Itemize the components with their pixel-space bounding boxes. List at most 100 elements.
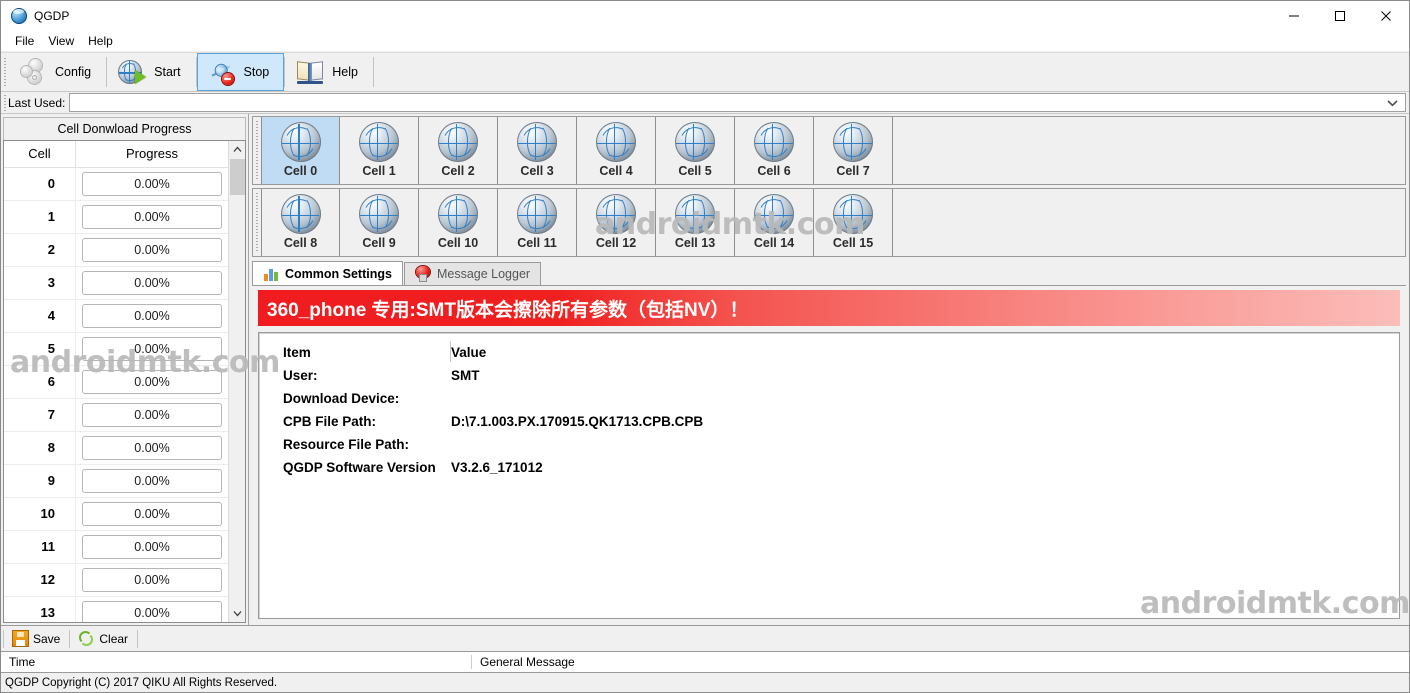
cell-button-cell-11[interactable]: Cell 11 [498, 189, 577, 256]
last-used-combobox[interactable] [69, 93, 1406, 112]
globe-icon [280, 194, 321, 234]
table-row[interactable]: 9 0.00% [4, 464, 228, 498]
scroll-down-button[interactable] [228, 605, 245, 622]
menu-view[interactable]: View [42, 33, 82, 50]
cell-progress-scrollbar[interactable] [228, 140, 245, 622]
cell-index: 2 [47, 242, 55, 258]
cell-button-cell-0[interactable]: Cell 0 [261, 117, 340, 184]
clear-log-button[interactable]: Clear [72, 628, 135, 650]
maximize-button[interactable] [1317, 1, 1363, 31]
last-used-grip[interactable] [1, 92, 8, 114]
cell-button-label: Cell 5 [678, 164, 712, 178]
table-row[interactable]: 10 0.00% [4, 497, 228, 531]
cell-button-cell-10[interactable]: Cell 10 [419, 189, 498, 256]
globe-play-icon [118, 58, 147, 86]
table-row[interactable]: 13 0.00% [4, 596, 228, 622]
cell-button-cell-12[interactable]: Cell 12 [577, 189, 656, 256]
info-row-value: V3.2.6_171012 [451, 460, 543, 475]
help-button[interactable]: Help [285, 53, 373, 91]
toolbar-grip[interactable] [1, 53, 8, 91]
cell-button-cell-14[interactable]: Cell 14 [735, 189, 814, 256]
cell-button-cell-7[interactable]: Cell 7 [814, 117, 893, 184]
help-button-label: Help [332, 65, 358, 79]
save-log-label: Save [33, 631, 61, 646]
log-column-time[interactable]: Time [1, 655, 471, 669]
log-toolbar: Save Clear [1, 625, 1409, 651]
cell-button-cell-2[interactable]: Cell 2 [419, 117, 498, 184]
stop-button[interactable]: Stop [196, 53, 285, 91]
window-controls [1271, 1, 1409, 31]
globe-icon [517, 194, 557, 234]
cell-button-label: Cell 11 [517, 236, 557, 250]
table-row[interactable]: 12 0.00% [4, 563, 228, 597]
cell-index: 7 [47, 407, 55, 423]
log-toolbar-separator [69, 629, 71, 648]
config-button[interactable]: Config [8, 53, 106, 91]
cell-progress-cell: 0.00% [75, 233, 228, 266]
cell-button-cell-9[interactable]: Cell 9 [340, 189, 419, 256]
save-log-button[interactable]: Save [6, 628, 67, 650]
table-row[interactable]: 8 0.00% [4, 431, 228, 465]
column-header-cell[interactable]: Cell [4, 141, 75, 167]
main-panel: Cell 0 Cell 1 Cell 2 Cell 3 Cell 4 Cell 5 Cell… [249, 114, 1409, 625]
table-row[interactable]: 7 0.00% [4, 398, 228, 432]
main-toolbar: Config Start Stop Help [1, 52, 1409, 92]
scroll-up-button[interactable] [228, 140, 245, 158]
log-column-message[interactable]: General Message [471, 655, 1409, 669]
minimize-button[interactable] [1271, 1, 1317, 31]
globe-icon [754, 194, 794, 234]
info-header-value: Value [451, 344, 487, 360]
cell-button-cell-4[interactable]: Cell 4 [577, 117, 656, 184]
cell-progress-cell: 0.00% [75, 464, 228, 497]
cell-button-cell-15[interactable]: Cell 15 [814, 189, 893, 256]
cell-index: 6 [47, 374, 55, 390]
info-row-value: D:\7.1.003.PX.170915.QK1713.CPB.CPB [451, 414, 704, 429]
cell-button-cell-8[interactable]: Cell 8 [261, 189, 340, 256]
progress-bar: 0.00% [82, 567, 222, 592]
table-row[interactable]: 4 0.00% [4, 299, 228, 333]
cell-row-2-grip[interactable] [253, 189, 261, 256]
cell-row-1-filler [893, 117, 1405, 184]
start-button[interactable]: Start [107, 53, 195, 91]
progress-bar: 0.00% [82, 534, 222, 559]
cell-row-1-items: Cell 0 Cell 1 Cell 2 Cell 3 Cell 4 Cell 5 Cell… [261, 117, 893, 184]
table-row[interactable]: 0 0.00% [4, 167, 228, 201]
table-row[interactable]: 3 0.00% [4, 266, 228, 300]
cell-button-cell-6[interactable]: Cell 6 [735, 117, 814, 184]
tab-message-logger-label: Message Logger [436, 267, 531, 281]
start-button-label: Start [154, 65, 181, 79]
copyright-text: QGDP Copyright (C) 2017 QIKU All Rights … [5, 676, 278, 689]
cell-index: 9 [47, 473, 55, 489]
status-bar: QGDP Copyright (C) 2017 QIKU All Rights … [1, 673, 1409, 692]
scrollbar-thumb[interactable] [229, 158, 245, 195]
table-row[interactable]: 2 0.00% [4, 233, 228, 267]
menu-help[interactable]: Help [82, 33, 121, 50]
tab-common-settings[interactable]: Common Settings [252, 261, 403, 285]
config-button-label: Config [55, 65, 92, 79]
cell-button-cell-1[interactable]: Cell 1 [340, 117, 419, 184]
cell-row-2-filler [893, 189, 1405, 256]
cell-progress-cell: 0.00% [75, 365, 228, 398]
info-row: Resource File Path: [283, 433, 1399, 456]
table-row[interactable]: 11 0.00% [4, 530, 228, 564]
column-header-progress[interactable]: Progress [75, 140, 228, 167]
progress-bar: 0.00% [82, 303, 222, 328]
info-row-item: Resource File Path: [283, 437, 410, 452]
tab-message-logger[interactable]: Message Logger [403, 262, 542, 285]
table-row[interactable]: 1 0.00% [4, 200, 228, 234]
menu-file[interactable]: File [9, 33, 42, 50]
cell-button-cell-13[interactable]: Cell 13 [656, 189, 735, 256]
cell-button-cell-5[interactable]: Cell 5 [656, 117, 735, 184]
globe-icon [438, 122, 478, 162]
title-bar: QGDP [1, 1, 1409, 31]
close-button[interactable] [1363, 1, 1409, 31]
table-row[interactable]: 5 0.00% [4, 332, 228, 366]
progress-bar: 0.00% [82, 171, 222, 196]
cell-button-cell-3[interactable]: Cell 3 [498, 117, 577, 184]
grid-header-row: Cell Progress [4, 140, 228, 168]
bar-chart-icon [263, 266, 279, 282]
progress-bar: 0.00% [82, 435, 222, 460]
cell-row-1-grip[interactable] [253, 117, 261, 184]
table-row[interactable]: 6 0.00% [4, 365, 228, 399]
cell-progress-cell: 0.00% [75, 200, 228, 233]
